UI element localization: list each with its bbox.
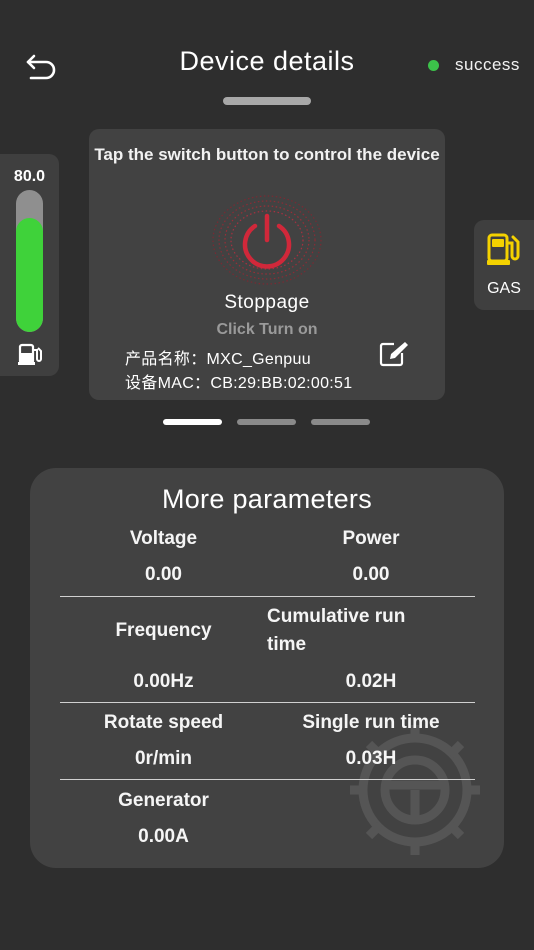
fuel-level-fill: [16, 218, 43, 332]
cumulative-run-time-label: Cumulative run time: [267, 606, 406, 655]
pager-indicator-3[interactable]: [311, 419, 370, 425]
divider: [60, 596, 475, 597]
single-run-time-label: Single run time: [302, 712, 440, 733]
fuel-level-value: 80.0: [13, 168, 46, 185]
connection-status-dot: [428, 60, 439, 71]
device-mac-text: 设备MAC：CB:29:BB:02:00:51: [125, 375, 353, 392]
gas-label: GAS: [487, 280, 521, 297]
page-title: Device details: [179, 46, 355, 76]
power-icon: [212, 195, 322, 285]
fuel-level-bar: [16, 190, 43, 332]
turn-on-hint: Click Turn on: [216, 321, 318, 338]
edit-icon: [379, 342, 408, 367]
single-run-time-value: 0.03H: [345, 748, 397, 769]
control-hint-text: Tap the switch button to control the dev…: [94, 145, 440, 164]
voltage-value: 0.00: [145, 564, 182, 585]
divider: [60, 702, 475, 703]
cumulative-run-time-value: 0.02H: [345, 671, 397, 692]
connection-status-text: success: [455, 55, 520, 74]
pager-indicator-1[interactable]: [163, 419, 222, 425]
edit-name-button[interactable]: [378, 340, 410, 368]
pager-indicator-2[interactable]: [237, 419, 296, 425]
rotate-speed-value: 0r/min: [134, 748, 193, 769]
fuel-pump-icon: [18, 342, 46, 366]
power-label: Power: [342, 528, 400, 549]
parameters-title: More parameters: [161, 484, 373, 514]
gas-pump-icon: [486, 231, 524, 267]
device-state-text: Stoppage: [224, 292, 310, 313]
generator-value: 0.00A: [138, 826, 189, 847]
product-name-text: 产品名称：MXC_Genpuu: [125, 351, 311, 368]
power-switch-button[interactable]: [211, 194, 323, 286]
rotate-speed-label: Rotate speed: [103, 712, 224, 733]
power-value: 0.00: [352, 564, 390, 585]
generator-label: Generator: [118, 790, 209, 811]
drag-handle[interactable]: [223, 97, 311, 105]
divider: [60, 779, 475, 780]
voltage-label: Voltage: [129, 528, 198, 549]
frequency-label: Frequency: [115, 620, 212, 641]
frequency-value: 0.00Hz: [133, 671, 194, 692]
